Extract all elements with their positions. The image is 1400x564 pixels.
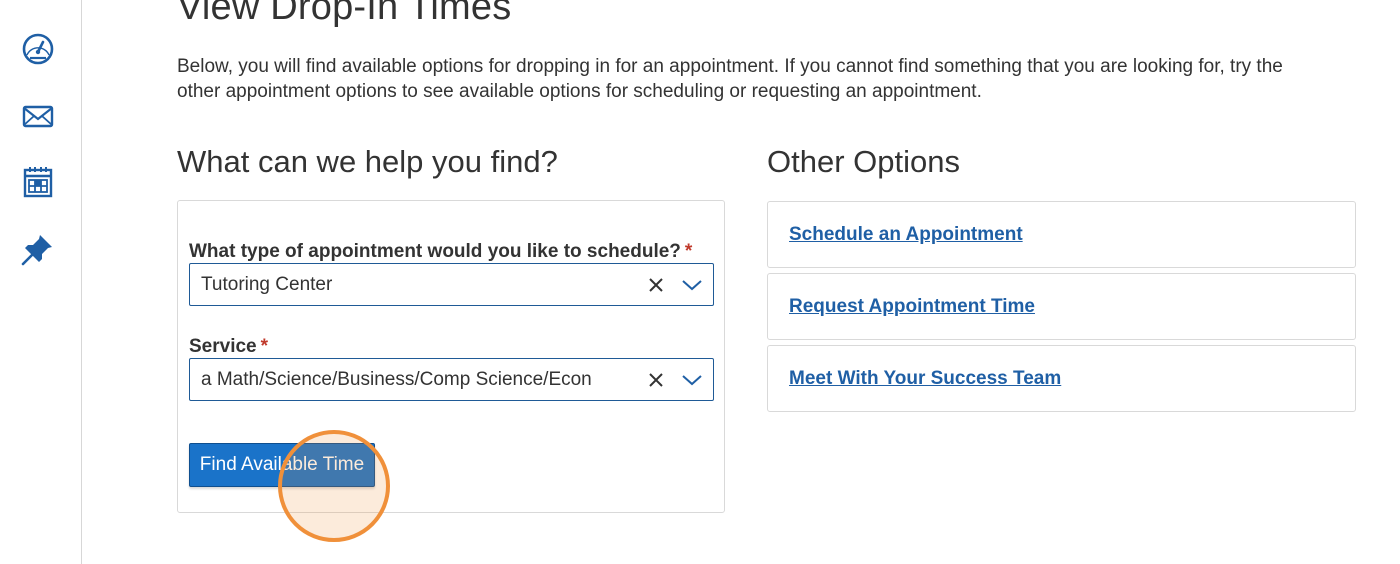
appointment-type-label: What type of appointment would you like … bbox=[189, 241, 692, 263]
service-label-text: Service bbox=[189, 336, 257, 357]
appointment-type-select[interactable]: Tutoring Center bbox=[189, 263, 714, 306]
request-appointment-time-link[interactable]: Request Appointment Time bbox=[789, 296, 1035, 318]
option-card-schedule[interactable]: Schedule an Appointment bbox=[767, 201, 1356, 268]
page-title: View Drop-In Times bbox=[177, 0, 512, 28]
required-mark: * bbox=[684, 241, 693, 262]
form-heading: What can we help you find? bbox=[177, 144, 558, 179]
service-select[interactable]: a Math/Science/Business/Comp Science/Eco… bbox=[189, 358, 714, 401]
appointment-type-label-text: What type of appointment would you like … bbox=[189, 241, 681, 262]
calendar-icon[interactable] bbox=[20, 164, 56, 200]
speedometer-icon[interactable] bbox=[20, 31, 56, 67]
sidebar bbox=[0, 0, 82, 564]
clear-icon[interactable] bbox=[647, 276, 665, 294]
clear-icon[interactable] bbox=[647, 371, 665, 389]
meet-success-team-link[interactable]: Meet With Your Success Team bbox=[789, 368, 1061, 390]
option-card-request[interactable]: Request Appointment Time bbox=[767, 273, 1356, 340]
required-mark: * bbox=[260, 336, 269, 357]
other-options-heading: Other Options bbox=[767, 144, 960, 179]
service-label: Service * bbox=[189, 336, 268, 358]
page-intro: Below, you will find available options f… bbox=[177, 56, 1283, 102]
envelope-icon[interactable] bbox=[20, 98, 56, 134]
search-form-card: What type of appointment would you like … bbox=[177, 200, 725, 513]
option-card-success-team[interactable]: Meet With Your Success Team bbox=[767, 345, 1356, 412]
service-value: a Math/Science/Business/Comp Science/Eco… bbox=[201, 369, 592, 390]
chevron-down-icon[interactable] bbox=[681, 276, 703, 294]
pushpin-icon[interactable] bbox=[20, 231, 56, 267]
find-available-time-button[interactable]: Find Available Time bbox=[189, 443, 375, 487]
schedule-appointment-link[interactable]: Schedule an Appointment bbox=[789, 224, 1023, 246]
appointment-type-value: Tutoring Center bbox=[201, 274, 333, 295]
chevron-down-icon[interactable] bbox=[681, 371, 703, 389]
